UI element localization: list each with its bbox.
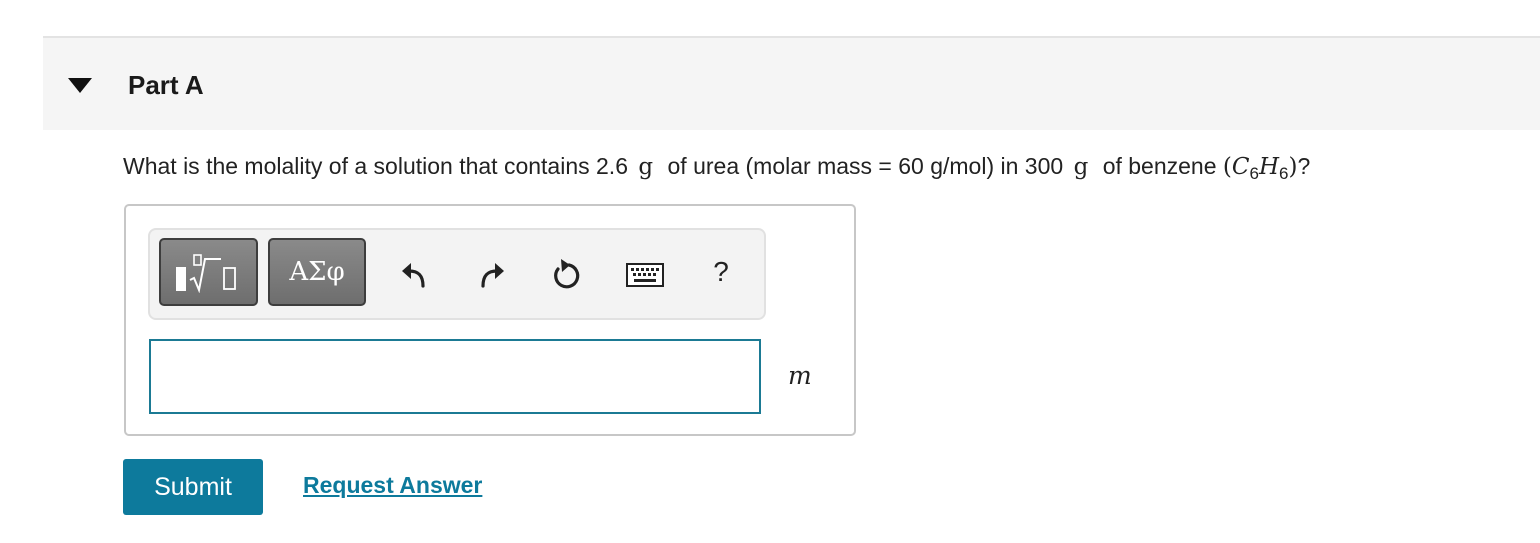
keyboard-icon[interactable] bbox=[626, 256, 664, 292]
formula-c: C bbox=[1231, 154, 1250, 180]
symbols-label: ΑΣφ bbox=[289, 257, 345, 287]
redo-icon[interactable] bbox=[474, 256, 510, 292]
part-title: Part A bbox=[128, 70, 204, 100]
part-header bbox=[43, 38, 1540, 130]
answer-input[interactable] bbox=[149, 339, 761, 414]
page: Part A What is the molality of a solutio… bbox=[0, 0, 1540, 543]
help-button[interactable]: ? bbox=[706, 254, 736, 290]
question-unit-1: g bbox=[638, 154, 654, 180]
templates-icon bbox=[176, 254, 236, 293]
formula-h: H bbox=[1258, 154, 1280, 180]
symbols-button[interactable]: ΑΣφ bbox=[268, 238, 366, 306]
question-unit-2: g bbox=[1073, 154, 1089, 180]
submit-button[interactable]: Submit bbox=[123, 459, 263, 515]
question-suffix: of benzene bbox=[1102, 153, 1217, 179]
question-prefix: What is the molality of a solution that … bbox=[123, 153, 628, 179]
formula-open-paren: ( bbox=[1222, 154, 1232, 180]
undo-icon[interactable] bbox=[396, 256, 432, 292]
templates-button[interactable] bbox=[159, 238, 258, 306]
request-answer-link[interactable]: Request Answer bbox=[303, 470, 482, 500]
question-middle: of urea (molar mass = 60 g/mol) in 300 bbox=[667, 153, 1064, 179]
formula-c-subscript: 6 bbox=[1249, 164, 1259, 183]
caret-down-icon[interactable] bbox=[68, 78, 92, 94]
formula-h-subscript: 6 bbox=[1279, 164, 1289, 183]
reset-icon[interactable] bbox=[548, 256, 584, 292]
answer-unit: m bbox=[788, 361, 812, 390]
question-text: What is the molality of a solution that … bbox=[123, 150, 1310, 183]
question-mark: ? bbox=[1297, 153, 1311, 179]
